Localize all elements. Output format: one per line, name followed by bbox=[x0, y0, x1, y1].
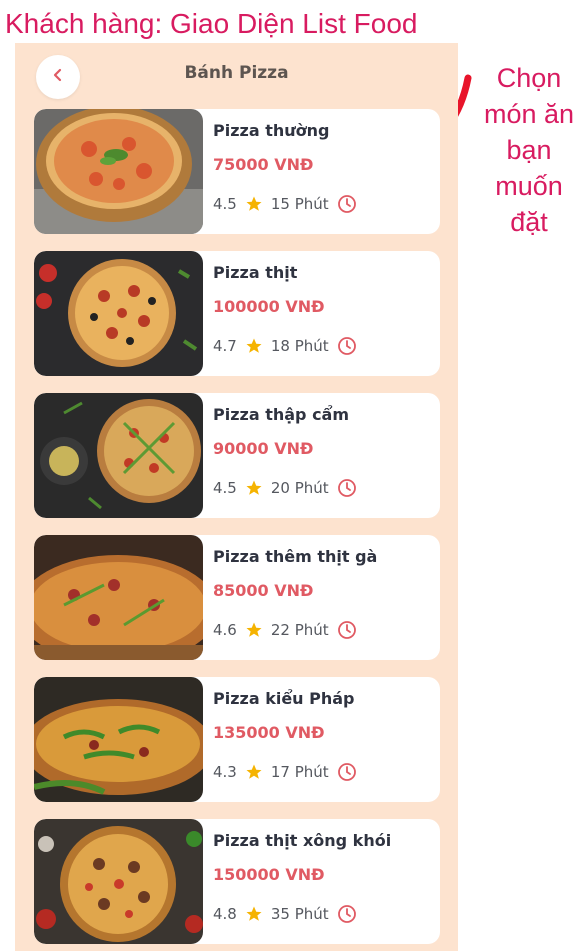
food-price: 135000 VNĐ bbox=[213, 723, 325, 742]
food-meta: 4.8 35 Phút bbox=[213, 904, 357, 924]
food-time: 20 Phút bbox=[270, 479, 329, 497]
caption-title: Khách hàng: Giao Diện List Food bbox=[5, 8, 418, 39]
food-image bbox=[34, 819, 203, 944]
star-icon bbox=[245, 621, 263, 639]
food-rating: 4.3 bbox=[213, 763, 237, 781]
annotation-line: đặt bbox=[510, 207, 548, 237]
food-time: 15 Phút bbox=[270, 195, 329, 213]
clock-icon bbox=[337, 478, 357, 498]
food-image bbox=[34, 535, 203, 660]
food-meta: 4.5 15 Phút bbox=[213, 194, 357, 214]
annotation-line: Chọn bbox=[496, 63, 562, 93]
food-name: Pizza thường bbox=[213, 121, 330, 140]
food-rating: 4.5 bbox=[213, 195, 237, 213]
star-icon bbox=[245, 763, 263, 781]
star-icon bbox=[245, 479, 263, 497]
clock-icon bbox=[337, 762, 357, 782]
food-price: 75000 VNĐ bbox=[213, 155, 314, 174]
food-meta: 4.5 20 Phút bbox=[213, 478, 357, 498]
page-title: Bánh Pizza bbox=[184, 63, 289, 83]
food-time: 17 Phút bbox=[270, 763, 329, 781]
food-meta: 4.6 22 Phút bbox=[213, 620, 357, 640]
app-header: Bánh Pizza bbox=[15, 43, 458, 101]
food-rating: 4.8 bbox=[213, 905, 237, 923]
food-price: 90000 VNĐ bbox=[213, 439, 314, 458]
food-time: 18 Phút bbox=[270, 337, 329, 355]
food-name: Pizza thịt xông khói bbox=[213, 831, 392, 850]
food-image bbox=[34, 109, 203, 234]
food-card[interactable]: Pizza thịt xông khói 150000 VNĐ 4.8 35 P… bbox=[34, 819, 440, 944]
annotation-note: Chọn món ăn bạn muốn đặt bbox=[474, 60, 584, 240]
food-image bbox=[34, 393, 203, 518]
food-meta: 4.3 17 Phút bbox=[213, 762, 357, 782]
food-name: Pizza thịt bbox=[213, 263, 298, 282]
food-price: 150000 VNĐ bbox=[213, 865, 325, 884]
food-rating: 4.7 bbox=[213, 337, 237, 355]
clock-icon bbox=[337, 336, 357, 356]
phone-screen: Bánh Pizza Pizza thường 75000 VNĐ 4.5 15… bbox=[15, 43, 458, 951]
star-icon bbox=[245, 905, 263, 923]
star-icon bbox=[245, 195, 263, 213]
food-price: 85000 VNĐ bbox=[213, 581, 314, 600]
clock-icon bbox=[337, 620, 357, 640]
food-name: Pizza kiểu Pháp bbox=[213, 689, 355, 708]
food-time: 22 Phút bbox=[270, 621, 329, 639]
food-image bbox=[34, 251, 203, 376]
food-card[interactable]: Pizza kiểu Pháp 135000 VNĐ 4.3 17 Phút bbox=[34, 677, 440, 802]
food-card[interactable]: Pizza thịt 100000 VNĐ 4.7 18 Phút bbox=[34, 251, 440, 376]
food-card[interactable]: Pizza thêm thịt gà 85000 VNĐ 4.6 22 Phút bbox=[34, 535, 440, 660]
food-rating: 4.5 bbox=[213, 479, 237, 497]
food-card[interactable]: Pizza thường 75000 VNĐ 4.5 15 Phút bbox=[34, 109, 440, 234]
food-rating: 4.6 bbox=[213, 621, 237, 639]
star-icon bbox=[245, 337, 263, 355]
food-image bbox=[34, 677, 203, 802]
annotation-line: bạn bbox=[506, 135, 552, 165]
food-time: 35 Phút bbox=[270, 905, 329, 923]
annotation-line: món ăn bbox=[483, 99, 575, 129]
food-price: 100000 VNĐ bbox=[213, 297, 325, 316]
annotation-line: muốn bbox=[495, 171, 563, 201]
food-name: Pizza thêm thịt gà bbox=[213, 547, 378, 566]
food-meta: 4.7 18 Phút bbox=[213, 336, 357, 356]
food-card[interactable]: Pizza thập cẩm 90000 VNĐ 4.5 20 Phút bbox=[34, 393, 440, 518]
food-name: Pizza thập cẩm bbox=[213, 405, 350, 424]
clock-icon bbox=[337, 194, 357, 214]
clock-icon bbox=[337, 904, 357, 924]
